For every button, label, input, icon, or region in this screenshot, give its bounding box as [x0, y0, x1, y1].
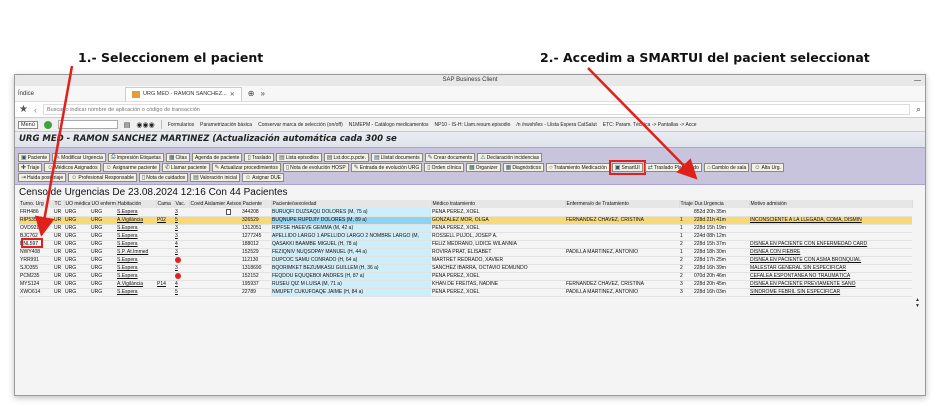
arrow-step2 [587, 67, 698, 180]
page: 1.- Seleccionem el pacient 2.- Accedim a… [0, 0, 941, 406]
annotation-arrows [34, 65, 698, 237]
arrow-step1 [34, 65, 74, 237]
selected-row-highlight [21, 238, 43, 248]
